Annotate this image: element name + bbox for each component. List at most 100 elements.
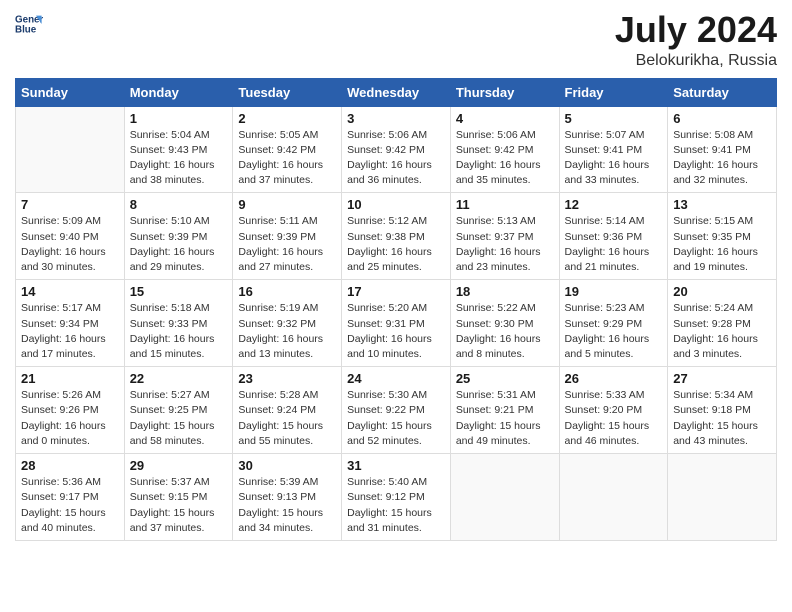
calendar-cell <box>16 106 125 193</box>
day-info: Sunrise: 5:09 AMSunset: 9:40 PMDaylight:… <box>21 214 119 275</box>
sunrise-text: Sunrise: 5:19 AM <box>238 301 336 316</box>
daylight-line2: and 52 minutes. <box>347 434 445 449</box>
day-info: Sunrise: 5:13 AMSunset: 9:37 PMDaylight:… <box>456 214 554 275</box>
daylight-line1: Daylight: 16 hours <box>565 245 663 260</box>
daylight-line2: and 0 minutes. <box>21 434 119 449</box>
day-info: Sunrise: 5:30 AMSunset: 9:22 PMDaylight:… <box>347 388 445 449</box>
daylight-line1: Daylight: 16 hours <box>347 158 445 173</box>
calendar-cell: 29Sunrise: 5:37 AMSunset: 9:15 PMDayligh… <box>124 454 233 541</box>
day-info: Sunrise: 5:33 AMSunset: 9:20 PMDaylight:… <box>565 388 663 449</box>
sunset-text: Sunset: 9:13 PM <box>238 490 336 505</box>
sunset-text: Sunset: 9:38 PM <box>347 230 445 245</box>
daylight-line2: and 13 minutes. <box>238 347 336 362</box>
sunrise-text: Sunrise: 5:23 AM <box>565 301 663 316</box>
calendar-cell: 21Sunrise: 5:26 AMSunset: 9:26 PMDayligh… <box>16 367 125 454</box>
daylight-line2: and 23 minutes. <box>456 260 554 275</box>
day-number: 23 <box>238 371 336 386</box>
day-number: 20 <box>673 284 771 299</box>
day-number: 5 <box>565 111 663 126</box>
day-number: 8 <box>130 197 228 212</box>
daylight-line2: and 33 minutes. <box>565 173 663 188</box>
sunrise-text: Sunrise: 5:31 AM <box>456 388 554 403</box>
daylight-line1: Daylight: 16 hours <box>456 158 554 173</box>
sunset-text: Sunset: 9:28 PM <box>673 317 771 332</box>
calendar-cell <box>450 454 559 541</box>
daylight-line2: and 32 minutes. <box>673 173 771 188</box>
sunset-text: Sunset: 9:39 PM <box>238 230 336 245</box>
sunrise-text: Sunrise: 5:06 AM <box>347 128 445 143</box>
daylight-line1: Daylight: 16 hours <box>130 158 228 173</box>
day-info: Sunrise: 5:22 AMSunset: 9:30 PMDaylight:… <box>456 301 554 362</box>
daylight-line1: Daylight: 16 hours <box>565 332 663 347</box>
sunrise-text: Sunrise: 5:07 AM <box>565 128 663 143</box>
calendar-cell: 8Sunrise: 5:10 AMSunset: 9:39 PMDaylight… <box>124 193 233 280</box>
sunset-text: Sunset: 9:43 PM <box>130 143 228 158</box>
daylight-line2: and 35 minutes. <box>456 173 554 188</box>
daylight-line1: Daylight: 16 hours <box>21 245 119 260</box>
day-number: 27 <box>673 371 771 386</box>
day-number: 10 <box>347 197 445 212</box>
calendar-week-3: 21Sunrise: 5:26 AMSunset: 9:26 PMDayligh… <box>16 367 777 454</box>
sunset-text: Sunset: 9:36 PM <box>565 230 663 245</box>
calendar-cell <box>668 454 777 541</box>
calendar-cell: 4 Sunrise: 5:06 AMSunset: 9:42 PMDaylight… <box>450 106 559 193</box>
daylight-line1: Daylight: 15 hours <box>565 419 663 434</box>
sunset-text: Sunset: 9:30 PM <box>456 317 554 332</box>
daylight-line1: Daylight: 16 hours <box>21 419 119 434</box>
sunrise-text: Sunrise: 5:06 AM <box>456 128 554 143</box>
sunrise-text: Sunrise: 5:40 AM <box>347 475 445 490</box>
sunset-text: Sunset: 9:15 PM <box>130 490 228 505</box>
calendar-cell: 14 Sunrise: 5:17 AMSunset: 9:34 PMDayligh… <box>16 280 125 367</box>
sunset-text: Sunset: 9:39 PM <box>130 230 228 245</box>
sunset-text: Sunset: 9:26 PM <box>21 403 119 418</box>
sunrise-text: Sunrise: 5:20 AM <box>347 301 445 316</box>
daylight-line1: Daylight: 16 hours <box>673 245 771 260</box>
logo-icon: General Blue <box>15 10 43 38</box>
calendar-cell: 24Sunrise: 5:30 AMSunset: 9:22 PMDayligh… <box>342 367 451 454</box>
day-info: Sunrise: 5:17 AMSunset: 9:34 PMDaylight:… <box>21 301 119 362</box>
day-number: 4 <box>456 111 554 126</box>
sunrise-text: Sunrise: 5:12 AM <box>347 214 445 229</box>
day-number: 1 <box>130 111 228 126</box>
day-info: Sunrise: 5:24 AMSunset: 9:28 PMDaylight:… <box>673 301 771 362</box>
day-number: 3 <box>347 111 445 126</box>
weekday-header-row: SundayMondayTuesdayWednesdayThursdayFrid… <box>16 78 777 106</box>
day-info: Sunrise: 5:36 AMSunset: 9:17 PMDaylight:… <box>21 475 119 536</box>
sunrise-text: Sunrise: 5:36 AM <box>21 475 119 490</box>
weekday-sunday: Sunday <box>16 78 125 106</box>
daylight-line2: and 10 minutes. <box>347 347 445 362</box>
sunrise-text: Sunrise: 5:26 AM <box>21 388 119 403</box>
day-number: 22 <box>130 371 228 386</box>
sunset-text: Sunset: 9:18 PM <box>673 403 771 418</box>
title-block: July 2024 Belokurikha, Russia <box>615 10 777 70</box>
day-info: Sunrise: 5:07 AMSunset: 9:41 PMDaylight:… <box>565 128 663 189</box>
sunrise-text: Sunrise: 5:09 AM <box>21 214 119 229</box>
day-number: 6 <box>673 111 771 126</box>
sunset-text: Sunset: 9:17 PM <box>21 490 119 505</box>
calendar-cell: 1Sunrise: 5:04 AMSunset: 9:43 PMDaylight… <box>124 106 233 193</box>
daylight-line1: Daylight: 15 hours <box>673 419 771 434</box>
daylight-line1: Daylight: 15 hours <box>456 419 554 434</box>
day-info: Sunrise: 5:14 AMSunset: 9:36 PMDaylight:… <box>565 214 663 275</box>
daylight-line2: and 8 minutes. <box>456 347 554 362</box>
daylight-line2: and 55 minutes. <box>238 434 336 449</box>
sunset-text: Sunset: 9:21 PM <box>456 403 554 418</box>
daylight-line2: and 37 minutes. <box>130 521 228 536</box>
calendar-cell: 3 Sunrise: 5:06 AMSunset: 9:42 PMDaylight… <box>342 106 451 193</box>
day-info: Sunrise: 5:23 AMSunset: 9:29 PMDaylight:… <box>565 301 663 362</box>
sunset-text: Sunset: 9:42 PM <box>238 143 336 158</box>
daylight-line1: Daylight: 16 hours <box>565 158 663 173</box>
sunset-text: Sunset: 9:42 PM <box>456 143 554 158</box>
day-info: Sunrise: 5:34 AMSunset: 9:18 PMDaylight:… <box>673 388 771 449</box>
sunset-text: Sunset: 9:42 PM <box>347 143 445 158</box>
weekday-wednesday: Wednesday <box>342 78 451 106</box>
daylight-line1: Daylight: 15 hours <box>130 506 228 521</box>
daylight-line2: and 49 minutes. <box>456 434 554 449</box>
day-number: 29 <box>130 458 228 473</box>
daylight-line2: and 34 minutes. <box>238 521 336 536</box>
day-number: 11 <box>456 197 554 212</box>
calendar-cell: 28Sunrise: 5:36 AMSunset: 9:17 PMDayligh… <box>16 454 125 541</box>
daylight-line1: Daylight: 16 hours <box>347 245 445 260</box>
day-number: 14 <box>21 284 119 299</box>
daylight-line1: Daylight: 15 hours <box>130 419 228 434</box>
